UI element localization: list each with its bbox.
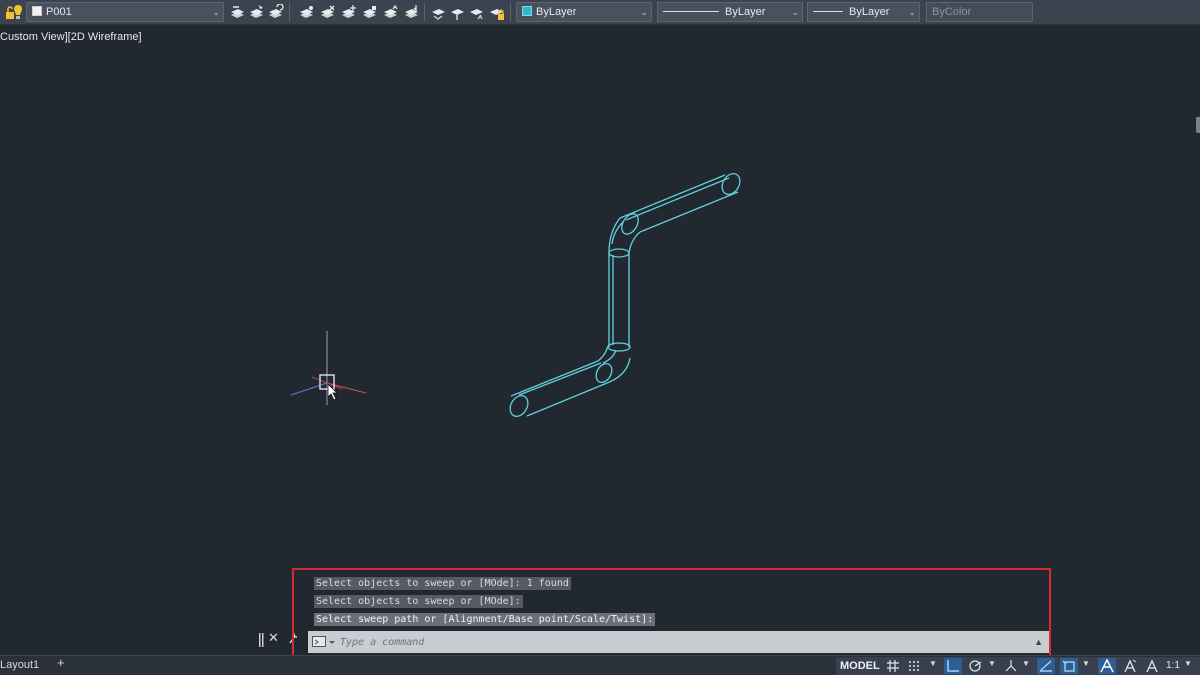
lineweight-preview: [813, 11, 843, 12]
chevron-down-icon: ⌄: [212, 7, 220, 17]
add-layout-button[interactable]: +: [57, 655, 65, 670]
layer-walk-icon[interactable]: [403, 4, 420, 21]
layer-previous-icon[interactable]: [267, 4, 284, 21]
drafting-settings-bar: MODEL ▼ ▼ ▼ ▼ 1:1 ▼: [836, 657, 1200, 675]
annotation-visibility-icon[interactable]: [1098, 658, 1116, 674]
auto-scale-icon[interactable]: [1123, 659, 1137, 673]
layer-match-icon[interactable]: [248, 4, 265, 21]
annotation-scale-icon[interactable]: [1145, 659, 1159, 673]
command-history-line: Select objects to sweep or [MOde]:: [314, 595, 523, 608]
object-snap-icon[interactable]: [1060, 658, 1078, 674]
grid-icon[interactable]: [886, 659, 900, 673]
command-history-line: Select objects to sweep or [MOde]: 1 fou…: [314, 577, 571, 590]
command-line-panel: Select objects to sweep or [MOde]: 1 fou…: [292, 568, 1051, 657]
layer-color-swatch: [32, 6, 42, 16]
model-space-button[interactable]: MODEL: [840, 657, 880, 675]
chevron-down-icon: ⌄: [640, 7, 648, 17]
layer-lock-icon[interactable]: [488, 4, 505, 21]
annotation-scale-value[interactable]: 1:1: [1166, 657, 1180, 675]
ortho-icon[interactable]: [944, 658, 962, 674]
close-icon[interactable]: ✕: [268, 630, 279, 646]
viewcube-edge[interactable]: [1196, 117, 1200, 133]
command-line-grip-icon[interactable]: [258, 633, 266, 647]
layer-turn-on-all-icon[interactable]: [449, 4, 466, 21]
layer-isolate-icon[interactable]: [298, 4, 315, 21]
plotstyle-dropdown: ByColor: [926, 2, 1033, 22]
plotstyle-value: ByColor: [932, 6, 972, 18]
polar-tracking-icon[interactable]: [968, 659, 982, 673]
linetype-preview: [663, 11, 719, 12]
chevron-down-icon[interactable]: ▼: [1184, 659, 1192, 668]
toolbar-separator: [510, 3, 511, 22]
command-prompt-current: Select sweep path or [Alignment/Base poi…: [314, 613, 656, 626]
layer-freeze-icon[interactable]: [340, 4, 357, 21]
layout-tab[interactable]: Layout1: [0, 656, 45, 675]
linetype-dropdown[interactable]: ByLayer ⌄: [657, 2, 803, 22]
color-dropdown[interactable]: ByLayer ⌄: [516, 2, 652, 22]
recent-commands-icon[interactable]: [312, 635, 336, 649]
command-input[interactable]: [340, 634, 1020, 650]
layer-name: P001: [46, 6, 72, 18]
isodraft-icon[interactable]: [1004, 659, 1018, 673]
chevron-down-icon: ⌄: [908, 7, 916, 17]
color-value: ByLayer: [536, 6, 577, 18]
layer-off-icon[interactable]: [361, 4, 378, 21]
chevron-down-icon[interactable]: ▼: [1082, 659, 1090, 668]
object-snap-tracking-icon[interactable]: [1037, 658, 1055, 674]
linetype-value: ByLayer: [725, 6, 766, 18]
lineweight-dropdown[interactable]: ByLayer ⌄: [807, 2, 920, 22]
crosshair-cursor: [290, 331, 367, 405]
layer-unlocked-icon[interactable]: [2, 4, 18, 21]
make-current-layer-icon[interactable]: [229, 4, 246, 21]
layer-dropdown[interactable]: P001 ⌄: [26, 2, 224, 22]
layer-merge-icon[interactable]: [382, 4, 399, 21]
chevron-down-icon[interactable]: ▼: [1022, 659, 1030, 668]
color-swatch: [522, 6, 532, 16]
status-bar: Layout1 + MODEL ▼ ▼ ▼ ▼ 1:1 ▼: [0, 655, 1200, 675]
toolbar-separator: [424, 3, 425, 22]
lineweight-value: ByLayer: [849, 6, 890, 18]
toolbar-separator: [289, 3, 290, 22]
chevron-down-icon[interactable]: ▼: [988, 659, 996, 668]
chevron-down-icon[interactable]: ▼: [929, 659, 937, 668]
layer-unisolate-icon[interactable]: [319, 4, 336, 21]
chevron-down-icon: ⌄: [791, 7, 799, 17]
drawing-canvas[interactable]: [0, 25, 1200, 565]
resize-grip-icon[interactable]: ▲: [1034, 637, 1043, 647]
properties-toolbar: P001 ⌄ ByLayer ⌄ ByLayer ⌄ ByLayer ⌄ ByC…: [0, 0, 1200, 25]
layer-thaw-all-icon[interactable]: [430, 4, 447, 21]
layer-copy-objects-icon[interactable]: [468, 4, 485, 21]
swept-pipe-wireframe: [509, 173, 741, 417]
command-input-row[interactable]: ▲: [308, 631, 1049, 653]
snap-icon[interactable]: [908, 659, 922, 673]
